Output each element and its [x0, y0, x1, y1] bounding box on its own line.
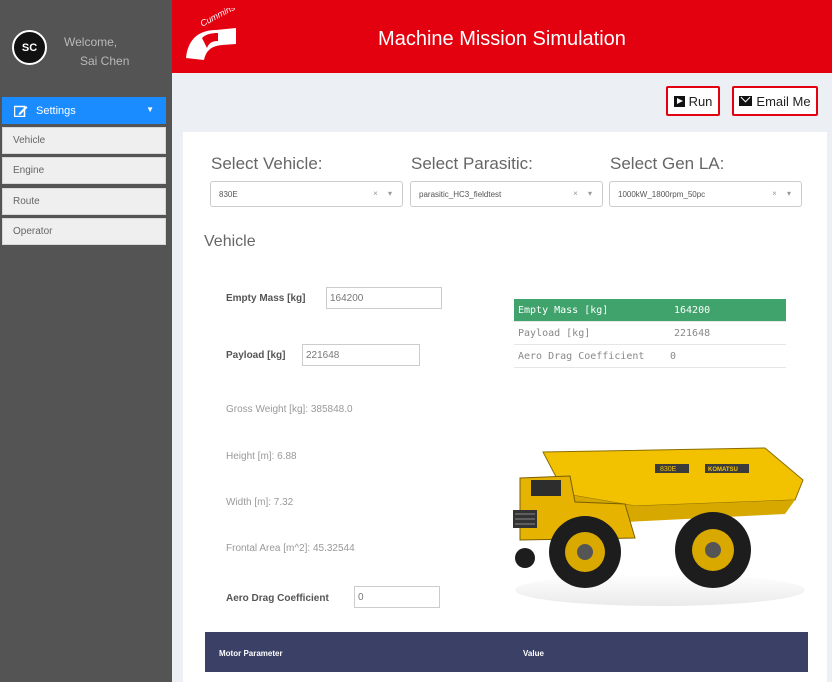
table-row: Payload [kg] 221648	[514, 322, 786, 345]
width-text: Width [m]: 7.32	[226, 497, 294, 508]
section-title-vehicle: Vehicle	[204, 233, 256, 250]
summary-key: Empty Mass [kg]	[518, 304, 609, 316]
summary-key: Payload [kg]	[518, 327, 591, 339]
sidebar-item-label: Operator	[13, 226, 53, 237]
summary-value: 0	[670, 350, 677, 362]
frontal-area-text: Frontal Area [m^2]: 45.32544	[226, 543, 355, 554]
run-button[interactable]: Run	[666, 86, 720, 116]
aero-drag-label: Aero Drag Coefficient	[226, 593, 329, 604]
email-button-label: Email Me	[756, 93, 811, 109]
sidebar-item-engine[interactable]: Engine	[2, 157, 166, 184]
user-panel: SC Welcome, Sai Chen	[0, 0, 172, 80]
summary-value: 164200	[674, 304, 711, 316]
gross-weight-text: Gross Weight [kg]: 385848.0	[226, 404, 353, 415]
sidebar-item-label: Route	[13, 196, 40, 207]
app-header: Cummins Machine Mission Simulation	[172, 0, 832, 73]
truck-model-badge: 830E	[660, 466, 677, 473]
empty-mass-input[interactable]: 164200	[326, 287, 442, 309]
select-parasitic[interactable]: parasitic_HC3_fieldtest × ▾	[410, 181, 603, 207]
select-parasitic-label: Select Parasitic:	[411, 154, 533, 173]
vehicle-summary-table: Empty Mass [kg] 164200 Payload [kg] 2216…	[514, 299, 786, 368]
motor-parameter-table-header: Motor Parameter Value	[205, 632, 808, 672]
sidebar-item-settings[interactable]: Settings ▼	[2, 97, 166, 124]
select-vehicle-label: Select Vehicle:	[211, 154, 323, 173]
sidebar-item-vehicle[interactable]: Vehicle	[2, 127, 166, 154]
summary-key: Aero Drag Coefficient	[518, 350, 645, 362]
envelope-icon	[739, 96, 753, 106]
col-motor-parameter: Motor Parameter	[219, 649, 283, 658]
sidebar-item-settings-label: Settings	[36, 104, 76, 117]
clear-chevron-icon[interactable]: × ▾	[373, 189, 396, 198]
sidebar-item-label: Vehicle	[13, 135, 46, 146]
sidebar-item-operator[interactable]: Operator	[2, 218, 166, 245]
sidebar-item-label: Engine	[13, 165, 45, 176]
sidebar: SC Welcome, Sai Chen Settings ▼ Vehicle …	[0, 0, 172, 682]
svg-text:Cummins: Cummins	[198, 8, 237, 29]
run-button-label: Run	[688, 93, 713, 109]
select-gen-la-label: Select Gen LA:	[610, 154, 725, 173]
play-icon	[673, 95, 685, 107]
table-row: Empty Mass [kg] 164200	[514, 299, 786, 322]
select-gen-la-value: 1000kW_1800rpm_50pc	[618, 189, 706, 199]
select-gen-la[interactable]: 1000kW_1800rpm_50pc × ▾	[609, 181, 802, 207]
sidebar-item-route[interactable]: Route	[2, 188, 166, 215]
empty-mass-label: Empty Mass [kg]	[226, 293, 306, 304]
col-value: Value	[523, 649, 544, 658]
chevron-down-icon: ▼	[146, 105, 154, 114]
avatar: SC	[12, 30, 47, 65]
clear-chevron-icon[interactable]: × ▾	[772, 189, 795, 198]
page-title: Machine Mission Simulation	[378, 28, 626, 50]
table-row: Aero Drag Coefficient 0	[514, 345, 786, 368]
email-me-button[interactable]: Email Me	[732, 86, 818, 116]
summary-value: 221648	[674, 327, 711, 339]
payload-input[interactable]: 221648	[302, 344, 420, 366]
haul-truck-image: 830E KOMATSU	[513, 447, 805, 606]
edit-icon	[13, 105, 28, 117]
payload-label: Payload [kg]	[226, 350, 286, 361]
clear-chevron-icon[interactable]: × ▾	[573, 189, 596, 198]
user-name: Sai Chen	[80, 54, 130, 68]
height-text: Height [m]: 6.88	[226, 451, 297, 462]
truck-brand-badge: KOMATSU	[708, 467, 738, 473]
select-parasitic-value: parasitic_HC3_fieldtest	[419, 189, 502, 199]
select-vehicle[interactable]: 830E × ▾	[210, 181, 403, 207]
user-welcome-text: Welcome,	[64, 35, 118, 49]
select-vehicle-value: 830E	[219, 189, 238, 199]
aero-drag-input[interactable]: 0	[354, 586, 440, 608]
